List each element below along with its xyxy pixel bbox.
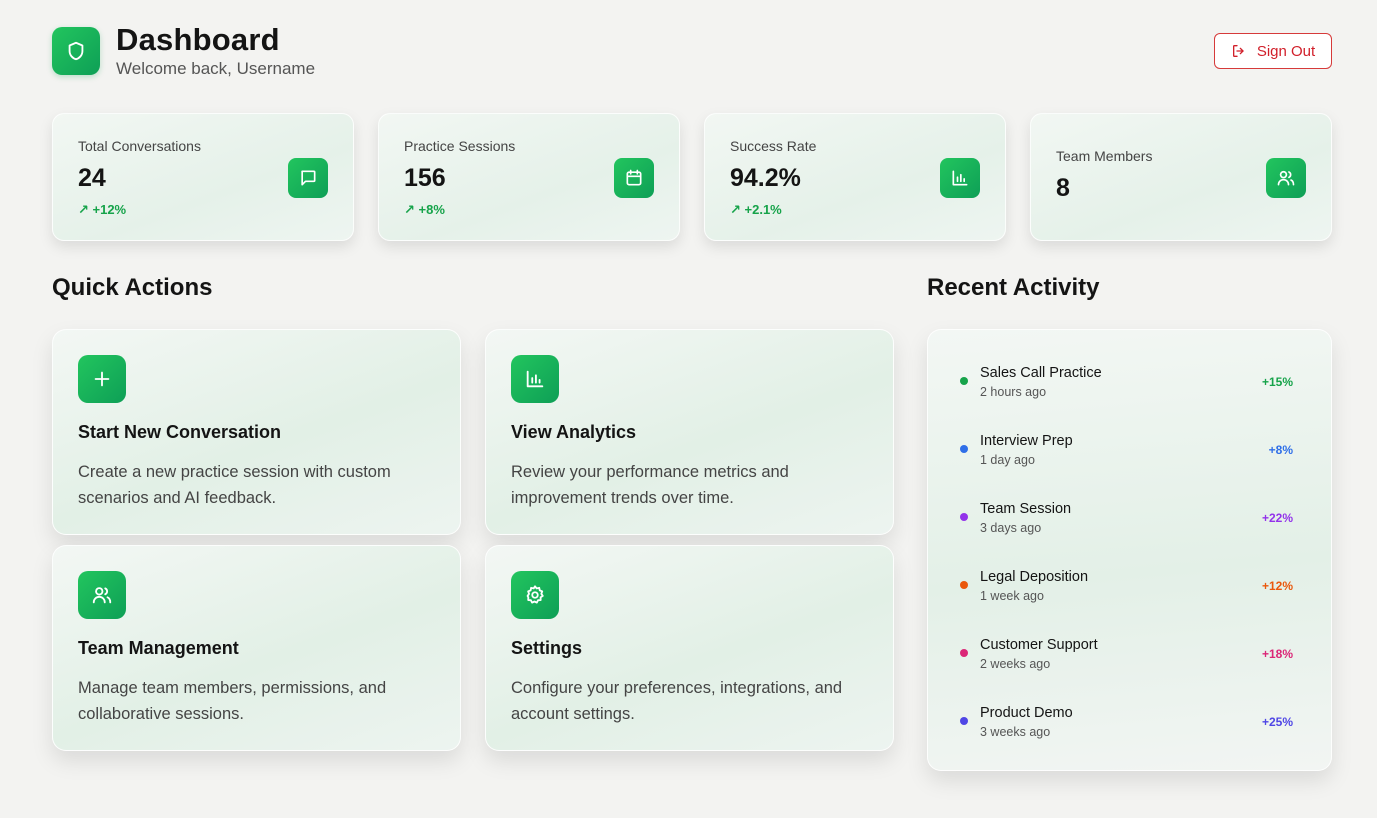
action-description: Create a new practice session with custo… [78,463,391,507]
activity-name: Team Session [980,501,1072,517]
logo [52,27,100,75]
stat-icon [614,158,654,198]
action-title: View Analytics [511,422,637,442]
quick-actions-title: Quick Actions [52,274,213,301]
status-dot [960,377,968,385]
stat-card-practice-sessions: Practice Sessions 156 ↗ +8% [378,113,680,241]
action-icon [78,355,126,403]
activity-time: 1 day ago [980,453,1035,467]
settings-card[interactable]: Settings Configure your preferences, int… [485,545,894,751]
sign-out-button[interactable]: Sign Out [1214,33,1332,69]
activity-item[interactable]: Legal Deposition 1 week ago +12% [960,566,1293,606]
stat-value: 94.2% [730,164,801,192]
stat-card-success-rate: Success Rate 94.2% ↗ +2.1% [704,113,1006,241]
stat-label: Success Rate [730,138,817,154]
action-title: Team Management [78,638,239,658]
activity-item[interactable]: Interview Prep 1 day ago +8% [960,430,1293,470]
status-dot [960,445,968,453]
stat-value: 24 [78,164,106,192]
activity-time: 2 weeks ago [980,657,1051,671]
activity-time: 1 week ago [980,589,1044,603]
action-title: Start New Conversation [78,422,282,442]
status-dot [960,717,968,725]
action-description: Configure your preferences, integrations… [511,679,843,723]
bar-chart-icon [526,370,544,388]
stat-icon [940,158,980,198]
activity-item[interactable]: Customer Support 2 weeks ago +18% [960,634,1293,674]
welcome-subtitle: Welcome back, Username [116,59,316,78]
action-icon [511,355,559,403]
recent-activity-panel: Sales Call Practice 2 hours ago +15% Int… [927,329,1332,771]
stat-icon [1266,158,1306,198]
plus-icon [94,371,110,387]
action-title: Settings [511,638,583,658]
gear-icon [526,585,544,604]
shield-icon [68,41,84,61]
action-description: Manage team members, permissions, and co… [78,679,387,723]
activity-delta: +25% [1261,715,1293,729]
activity-delta: +8% [1268,443,1293,457]
action-icon [78,571,126,619]
activity-delta: +15% [1261,375,1293,389]
status-dot [960,649,968,657]
activity-delta: +18% [1261,647,1293,661]
activity-name: Customer Support [980,637,1098,653]
stat-label: Practice Sessions [404,138,516,154]
stat-card-total-conversations: Total Conversations 24 ↗ +12% [52,113,354,241]
stats-row: Total Conversations 24 ↗ +12% Practice S… [52,113,1332,241]
start-new-conversation-card[interactable]: Start New Conversation Create a new prac… [52,329,461,535]
stat-change: ↗ +2.1% [730,202,782,217]
stat-value: 8 [1056,174,1070,202]
activity-time: 3 weeks ago [980,725,1051,739]
activity-name: Sales Call Practice [980,365,1102,381]
stat-icon [288,158,328,198]
activity-time: 2 hours ago [980,385,1047,399]
stat-label: Team Members [1056,148,1153,164]
activity-item[interactable]: Product Demo 3 weeks ago +25% [960,702,1293,742]
log-out-icon [1232,45,1244,57]
quick-actions-grid: Start New Conversation Create a new prac… [52,329,895,751]
stat-change: ↗ +8% [404,202,445,217]
stat-card-team-members: Team Members 8 [1030,113,1332,241]
header: Dashboard Welcome back, Username Sign Ou… [52,22,1332,82]
activity-name: Legal Deposition [980,569,1089,585]
status-dot [960,513,968,521]
activity-item[interactable]: Team Session 3 days ago +22% [960,498,1293,538]
activity-name: Product Demo [980,705,1073,721]
stat-change: ↗ +12% [78,202,127,217]
stat-label: Total Conversations [78,138,201,154]
action-icon [511,571,559,619]
activity-delta: +12% [1261,579,1293,593]
action-description: Review your performance metrics and impr… [511,463,789,507]
users-icon [1277,170,1295,186]
bar-chart-icon [952,170,968,186]
activity-time: 3 days ago [980,521,1042,535]
status-dot [960,581,968,589]
view-analytics-card[interactable]: View Analytics Review your performance m… [485,329,894,535]
team-management-card[interactable]: Team Management Manage team members, per… [52,545,461,751]
message-square-icon [301,170,316,186]
activity-item[interactable]: Sales Call Practice 2 hours ago +15% [960,362,1293,402]
page-title: Dashboard [116,22,280,57]
recent-activity-title: Recent Activity [927,274,1100,301]
stat-value: 156 [404,164,446,192]
users-icon [92,587,112,604]
activity-delta: +22% [1261,511,1293,525]
activity-name: Interview Prep [980,433,1073,449]
calendar-icon [626,169,642,186]
sign-out-label: Sign Out [1256,42,1316,60]
